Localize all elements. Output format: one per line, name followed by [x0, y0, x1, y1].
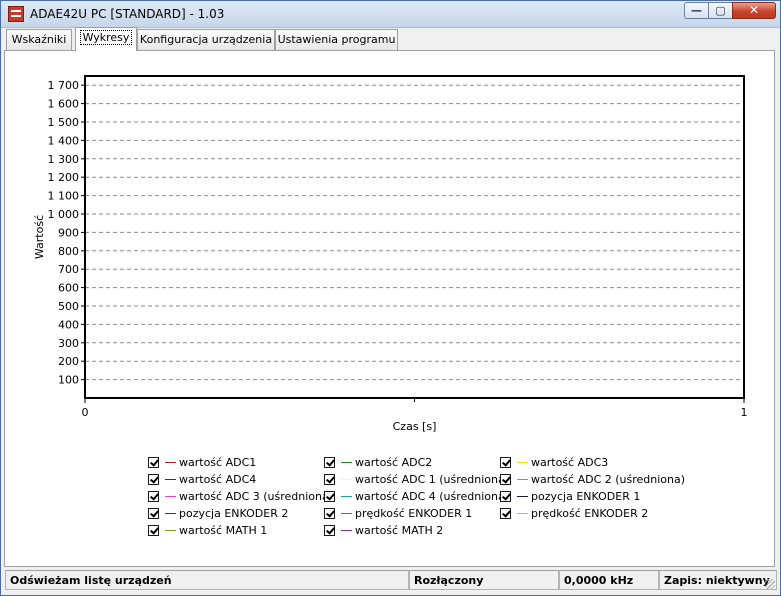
series-label: wartość MATH 1 [179, 524, 268, 537]
close-button[interactable]: ✕ [732, 2, 776, 19]
series-color-swatch [517, 479, 528, 480]
series-color-swatch [341, 496, 352, 497]
series-checkbox[interactable] [324, 491, 335, 502]
series-label: wartość ADC 2 (uśredniona) [531, 473, 686, 486]
series-label: wartość ADC 3 (uśredniona) [179, 490, 334, 503]
series-color-swatch [517, 513, 528, 514]
series-checkbox[interactable] [324, 525, 335, 536]
series-color-swatch [341, 462, 352, 463]
x-tick-label: 0 [82, 406, 89, 419]
series-label: wartość ADC 4 (uśredniona) [355, 490, 510, 503]
tab-ustawienia-programu[interactable]: Ustawienia programu [275, 29, 398, 50]
series-color-swatch [165, 530, 176, 531]
tab-label: Wskaźniki [11, 33, 67, 46]
close-icon: ✕ [748, 3, 760, 17]
y-tick-label: 300 [58, 337, 79, 350]
y-tick-label: 1 700 [48, 79, 80, 92]
maximize-icon: ▢ [715, 4, 726, 17]
y-tick-label: 1 400 [48, 134, 80, 147]
resize-grip-icon[interactable] [765, 579, 775, 589]
series-color-swatch [165, 513, 176, 514]
series-label: pozycja ENKODER 2 [179, 507, 289, 520]
tab-label: Konfiguracja urządzenia [139, 33, 273, 46]
series-color-swatch [165, 462, 176, 463]
y-tick-label: 200 [58, 355, 79, 368]
series-checkbox[interactable] [148, 508, 159, 519]
series-color-swatch [165, 496, 176, 497]
window-title: ADAE42U PC [STANDARD] - 1.03 [30, 7, 225, 21]
y-tick-label: 1 000 [48, 208, 80, 221]
series-color-swatch [341, 479, 352, 480]
series-checkbox[interactable] [324, 457, 335, 468]
tab-label: Ustawienia programu [277, 33, 396, 46]
y-tick-label: 600 [58, 282, 79, 295]
series-color-swatch [517, 496, 528, 497]
tab-wykresy[interactable]: Wykresy [75, 27, 137, 51]
plot-area[interactable] [85, 76, 744, 398]
tab-wskazniki[interactable]: Wskaźniki [6, 29, 72, 50]
y-tick-label: 900 [58, 226, 79, 239]
status-message: Odświeżam listę urządzeń [5, 570, 409, 590]
series-checkbox[interactable] [500, 508, 511, 519]
series-label: pozycja ENKODER 1 [531, 490, 641, 503]
y-tick-label: 700 [58, 263, 79, 276]
connection-status: Rozłączony [409, 570, 559, 590]
x-tick-label: 1 [741, 406, 748, 419]
series-label: prędkość ENKODER 1 [355, 507, 473, 520]
series-label: prędkość ENKODER 2 [531, 507, 649, 520]
x-axis-label: Czas [s] [393, 420, 437, 433]
y-tick-label: 1 200 [48, 171, 80, 184]
series-checkbox[interactable] [148, 457, 159, 468]
series-color-swatch [517, 462, 528, 463]
y-tick-label: 100 [58, 374, 79, 387]
y-tick-label: 500 [58, 300, 79, 313]
recording-status: Zapis: niektywny [659, 570, 777, 590]
series-checkbox[interactable] [324, 474, 335, 485]
series-checkbox[interactable] [324, 508, 335, 519]
series-color-swatch [341, 530, 352, 531]
series-label: wartość ADC 1 (uśredniona) [355, 473, 510, 486]
tab-label: Wykresy [79, 30, 133, 45]
series-label: wartość MATH 2 [355, 524, 444, 537]
y-tick-label: 400 [58, 318, 79, 331]
tab-konfiguracja-urzadzenia[interactable]: Konfiguracja urządzenia [137, 29, 275, 50]
series-checkbox[interactable] [148, 525, 159, 536]
title-bar[interactable]: ADAE42U PC [STANDARD] - 1.03 — ▢ ✕ [1, 1, 780, 28]
y-tick-label: 1 300 [48, 153, 80, 166]
series-checkbox[interactable] [500, 474, 511, 485]
minimize-button[interactable]: — [684, 2, 709, 19]
series-label: wartość ADC3 [531, 456, 609, 469]
series-checkbox[interactable] [500, 457, 511, 468]
line-chart[interactable]: 100 200 300 400 500 600 700 800 900 1 000 1 100 1 2… [5, 51, 774, 451]
status-bar: Odświeżam listę urządzeń Rozłączony 0,00… [5, 570, 777, 591]
series-checkbox[interactable] [148, 491, 159, 502]
series-label: wartość ADC1 [179, 456, 257, 469]
series-color-swatch [165, 479, 176, 480]
series-color-swatch [341, 513, 352, 514]
charts-panel: 100 200 300 400 500 600 700 800 900 1 000 1 100 1 2… [4, 50, 775, 567]
y-tick-label: 1 100 [48, 190, 80, 203]
y-axis-label: Wartość [33, 215, 46, 259]
app-icon[interactable] [8, 6, 24, 22]
frequency-readout: 0,0000 kHz [559, 570, 659, 590]
y-tick-label: 1 500 [48, 116, 80, 129]
series-label: wartość ADC2 [355, 456, 433, 469]
maximize-button[interactable]: ▢ [708, 2, 733, 19]
series-checkbox[interactable] [500, 491, 511, 502]
app-window: ADAE42U PC [STANDARD] - 1.03 — ▢ ✕ Wskaź… [0, 0, 781, 596]
y-tick-label: 1 600 [48, 98, 80, 111]
series-checkbox[interactable] [148, 474, 159, 485]
y-tick-label: 800 [58, 245, 79, 258]
series-label: wartość ADC4 [179, 473, 257, 486]
minimize-icon: — [691, 4, 702, 17]
